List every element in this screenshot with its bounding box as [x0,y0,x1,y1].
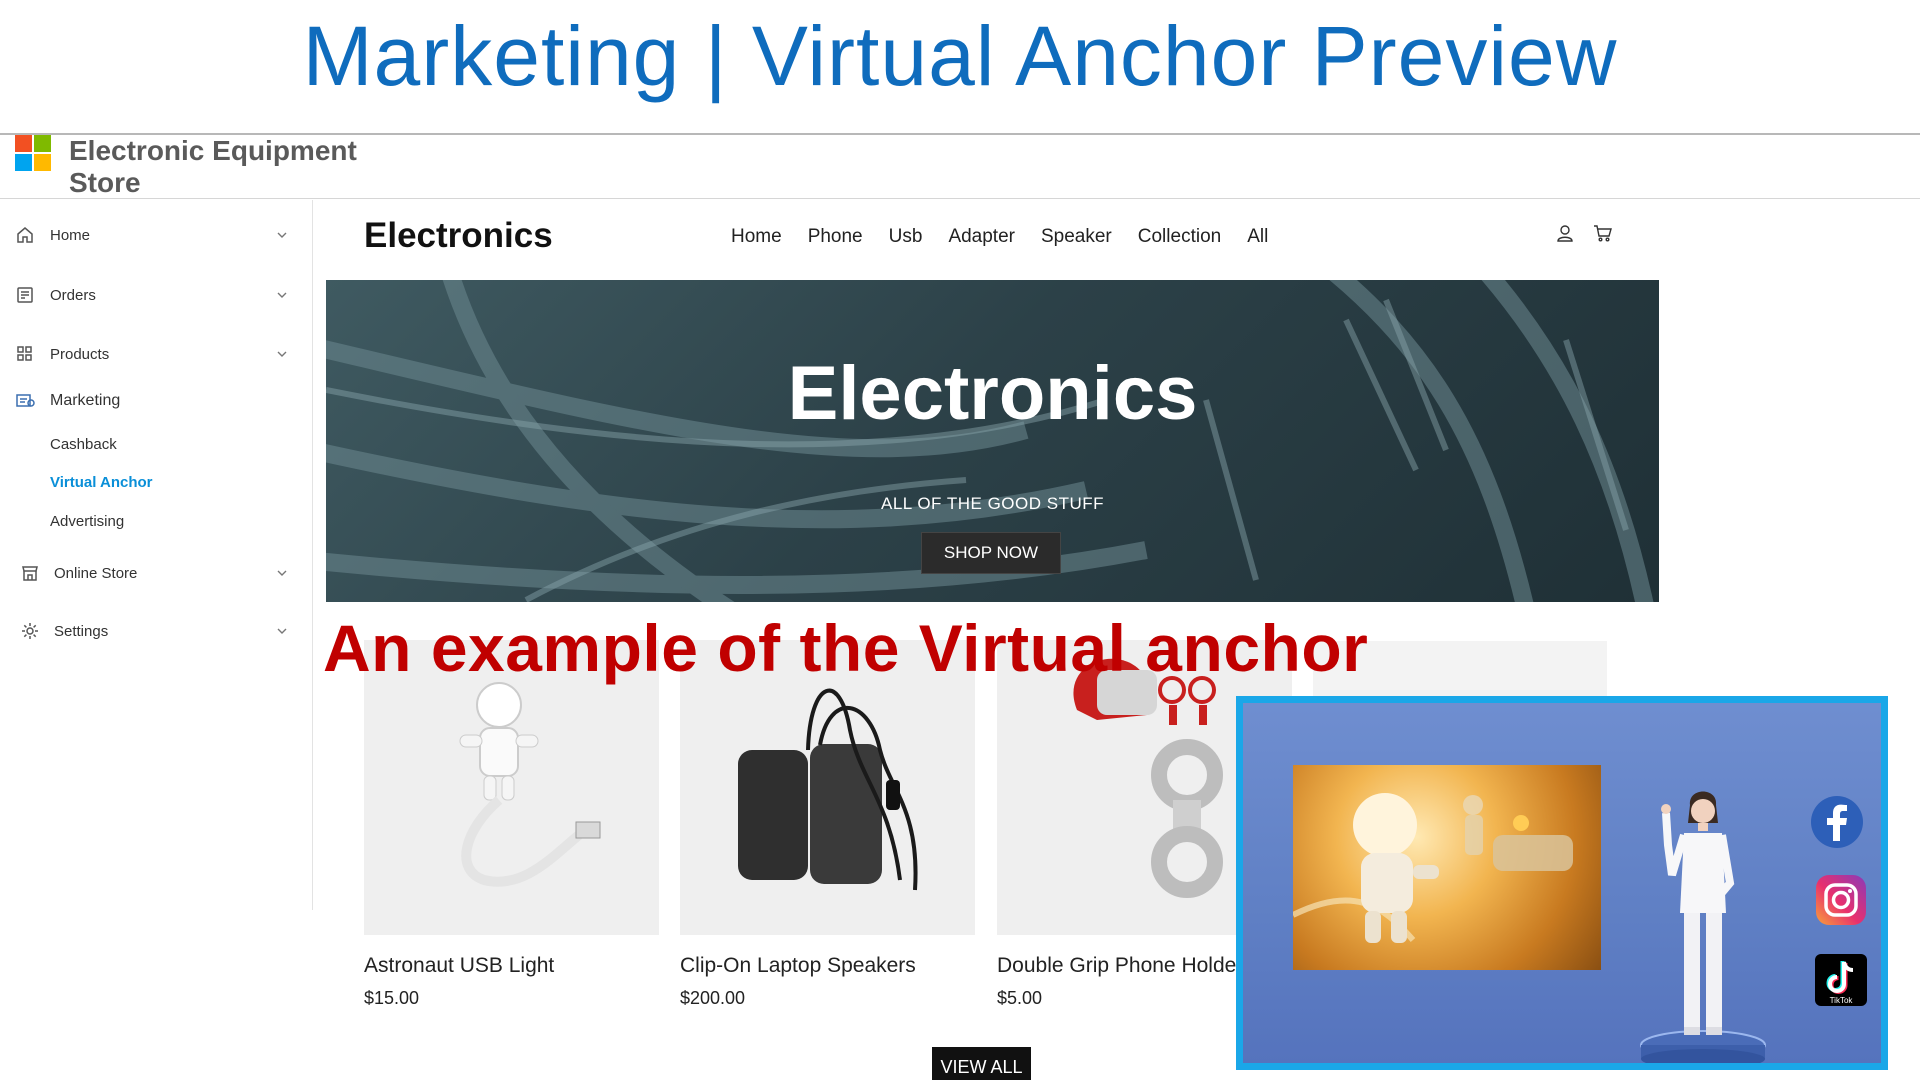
sidebar-item-label: Orders [50,286,96,304]
sidebar-item-label: Settings [54,622,109,640]
nav-link-home[interactable]: Home [731,226,782,248]
cart-icon[interactable] [1593,223,1613,243]
product-price: $5.00 [997,988,1043,1008]
store-icon [22,566,38,581]
nav-link-speaker[interactable]: Speaker [1041,226,1112,248]
sidebar-item-online-store[interactable]: Online Store [0,553,300,593]
chevron-down-icon [277,628,287,634]
sidebar-subitem-cashback[interactable]: Cashback [50,436,117,453]
home-icon [17,227,33,243]
product-name[interactable]: Clip-On Laptop Speakers [680,954,916,978]
chevron-down-icon [277,351,287,357]
chevron-down-icon [277,232,287,238]
virtual-anchor-preview: TikTok [1236,696,1888,1070]
slide-title: Marketing | Virtual Anchor Preview [302,9,1618,103]
sidebar-item-label: Home [50,226,91,244]
sidebar-subitem-virtual-anchor[interactable]: Virtual Anchor [50,474,153,491]
anchor-video-frame [1293,765,1601,970]
nav-link-phone[interactable]: Phone [808,226,863,248]
view-all-button[interactable]: VIEW ALL [932,1047,1031,1080]
user-icon[interactable] [1555,223,1575,243]
product-price: $200.00 [680,988,746,1008]
virtual-anchor-avatar [1640,791,1766,1063]
product-name[interactable]: Double Grip Phone Holder [997,954,1243,978]
store-top-nav: Home Phone Usb Adapter Speaker Collectio… [731,226,1268,248]
sidebar-item-orders[interactable]: Orders [0,275,300,315]
marketing-icon [16,394,35,407]
nav-link-adapter[interactable]: Adapter [948,226,1015,248]
shop-now-button[interactable]: SHOP NOW [921,532,1061,574]
tiktok-label: TikTok [1830,996,1854,1005]
nav-link-all[interactable]: All [1247,226,1268,248]
gear-icon [22,623,38,639]
product-name[interactable]: Astronaut USB Light [364,954,554,978]
hero-title: Electronics [787,351,1198,436]
sidebar-subitem-advertising[interactable]: Advertising [50,513,124,530]
facebook-icon[interactable] [1810,795,1864,849]
chevron-down-icon [277,570,287,576]
sidebar-item-label: Products [50,345,110,363]
sidebar-item-label: Marketing [50,392,121,409]
instagram-icon[interactable] [1814,873,1868,927]
astronaut-light-photo [1293,793,1573,943]
hero-subtitle: ALL OF THE GOOD STUFF [880,494,1105,513]
product-price: $15.00 [364,988,420,1008]
annotation-label: An example of the Virtual anchor [323,611,1369,685]
chevron-down-icon [277,292,287,298]
orders-icon [17,287,33,303]
sidebar-item-settings[interactable]: Settings [0,611,300,651]
microsoft-logo-icon [15,135,51,171]
nav-link-usb[interactable]: Usb [889,226,923,248]
store-name: Electronic Equipment Store [69,135,357,198]
store-brand[interactable]: Electronics [364,216,553,256]
sidebar-item-marketing[interactable]: Marketing [0,381,300,421]
sidebar: Home Orders Products Marketing Cashback … [0,200,313,910]
app-header: Electronic Equipment Store [0,135,1920,199]
sidebar-item-label: Online Store [54,564,138,582]
sidebar-item-products[interactable]: Products [0,334,300,374]
tiktok-icon[interactable]: TikTok [1814,953,1868,1007]
nav-link-collection[interactable]: Collection [1138,226,1221,248]
products-icon [17,346,32,361]
sidebar-item-home[interactable]: Home [0,215,300,255]
hero-banner: Electronics ALL OF THE GOOD STUFF SHOP N… [326,280,1659,602]
header-icons [1555,223,1613,243]
